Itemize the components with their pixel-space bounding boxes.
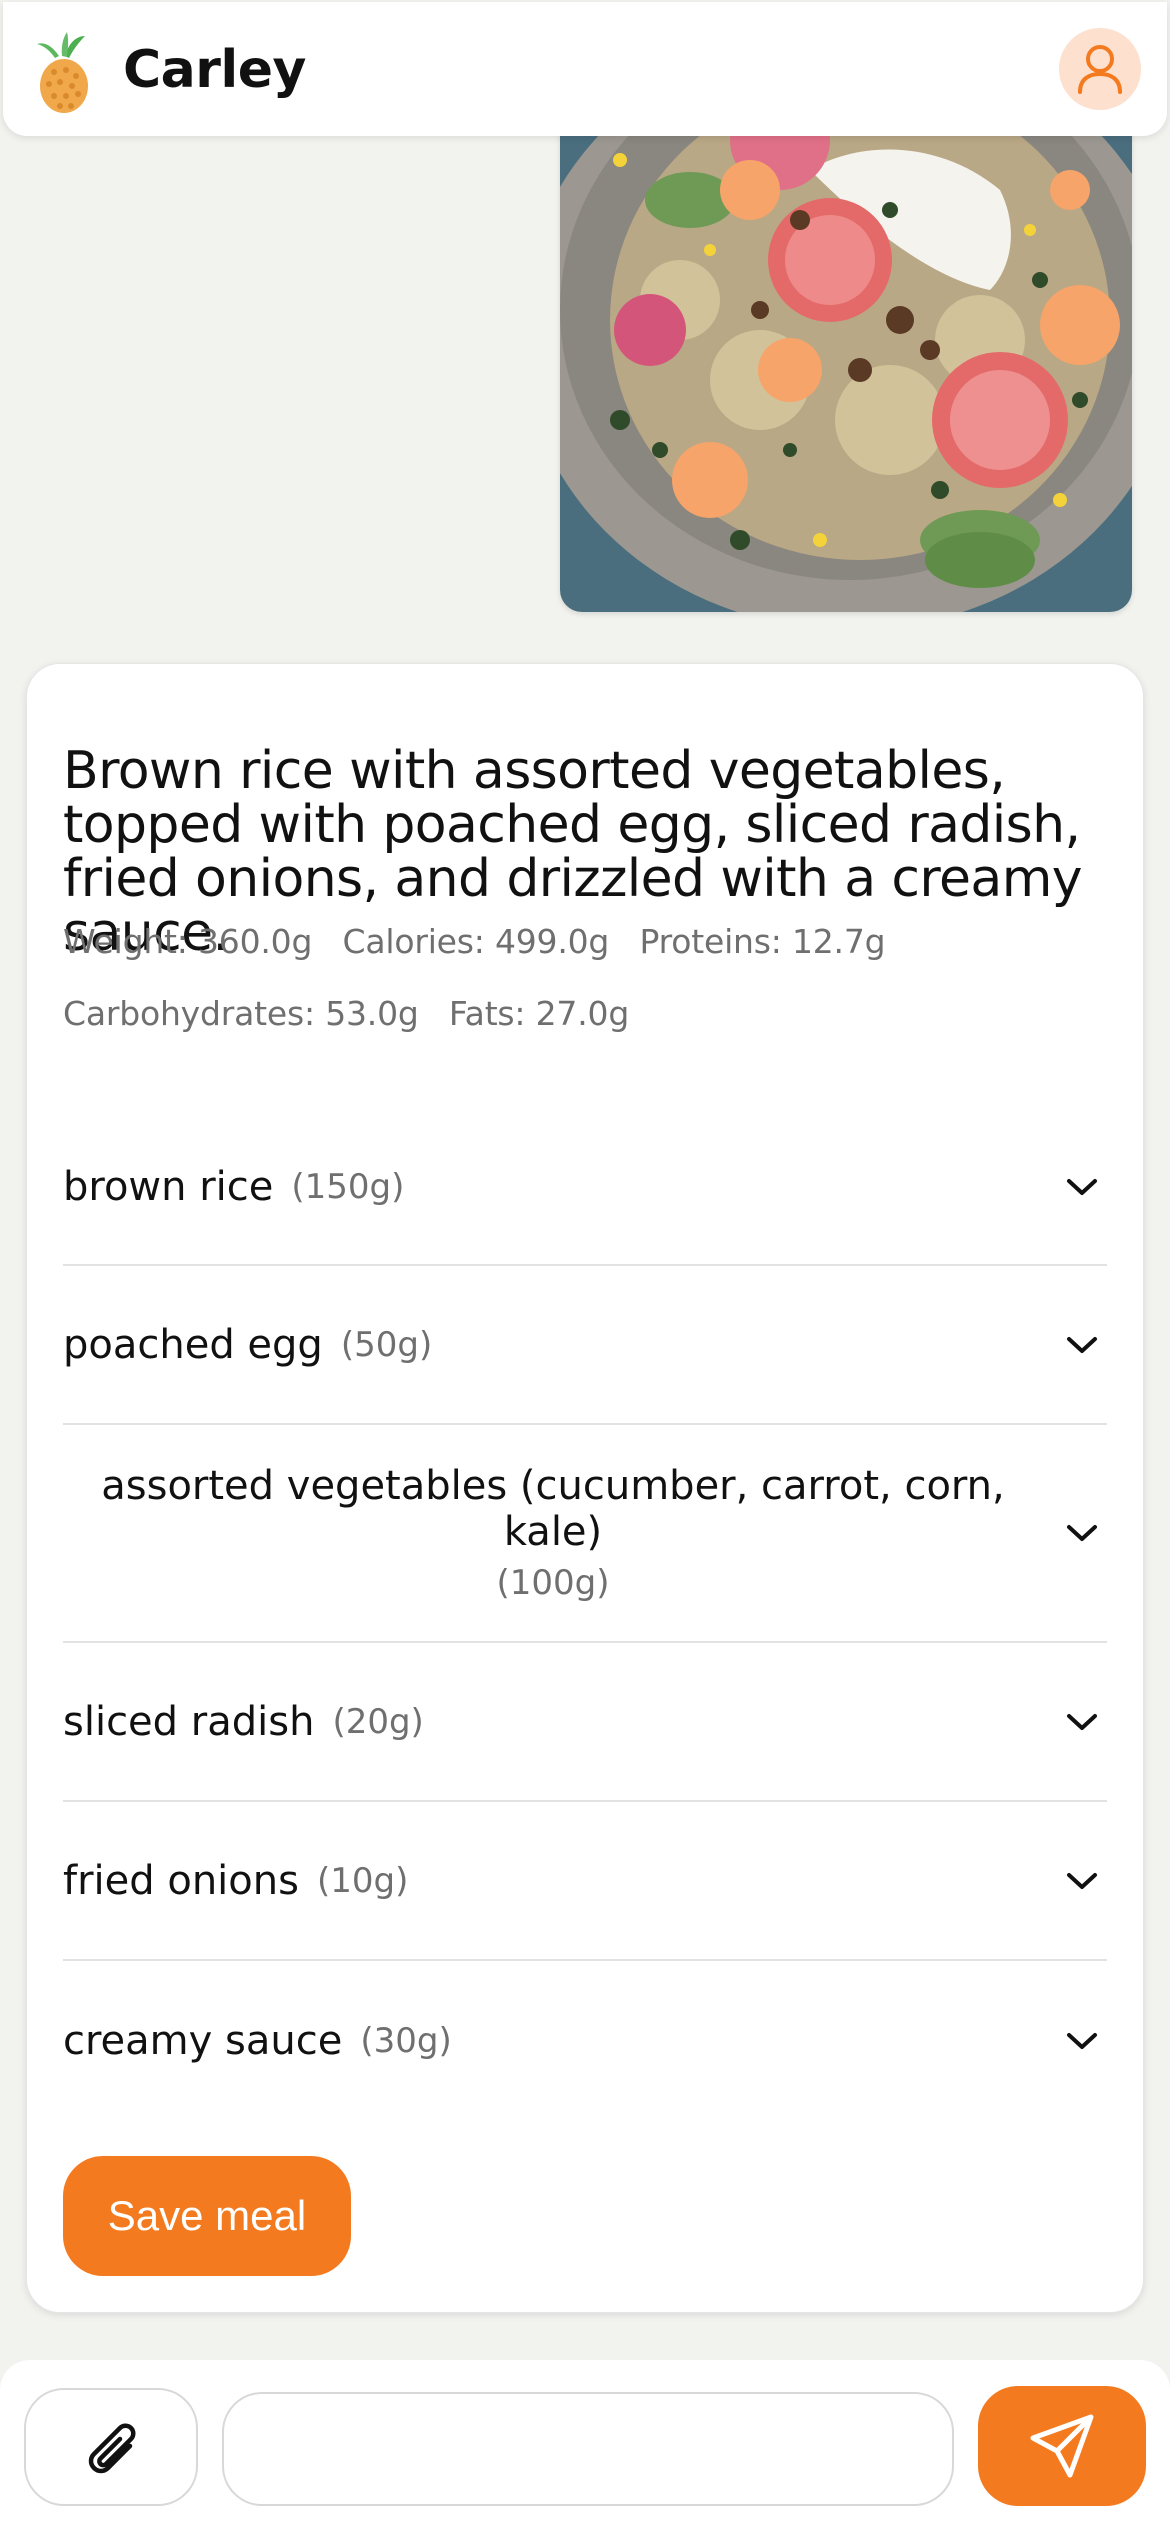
proteins-stat: Proteins: 12.7g <box>639 922 886 961</box>
meal-photo-image <box>560 120 1132 612</box>
ingredient-quantity: (50g) <box>340 1324 433 1365</box>
ingredient-quantity: (30g) <box>360 2020 452 2061</box>
paper-plane-icon <box>1030 2414 1094 2478</box>
ingredient-row[interactable]: poached egg (50g) <box>63 1266 1107 1425</box>
meal-photo[interactable] <box>560 120 1132 612</box>
meal-card: Brown rice with assorted vegetables, top… <box>26 663 1144 2313</box>
ingredient-name: creamy sauce <box>63 2017 343 2064</box>
ingredient-list: brown rice (150g) poached egg (50g) asso… <box>63 1109 1107 2120</box>
app-header: Carley <box>3 2 1167 136</box>
ingredient-quantity: (150g) <box>291 1166 405 1207</box>
ingredient-quantity: (20g) <box>332 1701 424 1742</box>
ingredient-name: assorted vegetables (cucumber, carrot, c… <box>101 1463 1005 1555</box>
app-title: Carley <box>123 40 306 100</box>
weight-stat: Weight: 360.0g <box>63 922 313 961</box>
ingredient-name: poached egg <box>63 1321 323 1368</box>
ingredient-row[interactable]: brown rice (150g) <box>63 1109 1107 1266</box>
calories-stat: Calories: 499.0g <box>342 922 610 961</box>
fats-stat: Fats: 27.0g <box>448 994 630 1033</box>
ingredient-row[interactable]: assorted vegetables (cucumber, carrot, c… <box>63 1425 1107 1643</box>
ingredient-name: sliced radish <box>63 1698 315 1745</box>
profile-button[interactable] <box>1059 28 1141 110</box>
app-root: Carley Brown rice with assorted vegetabl… <box>0 0 1170 2532</box>
nutrition-stats-row-1: Weight: 360.0g Calories: 499.0g Proteins… <box>63 922 1113 961</box>
ingredient-label-wrap: assorted vegetables (cucumber, carrot, c… <box>63 1463 1043 1603</box>
ingredient-quantity: (100g) <box>496 1563 610 1603</box>
carbohydrates-stat: Carbohydrates: 53.0g <box>63 994 419 1033</box>
attach-button[interactable] <box>24 2388 198 2506</box>
ingredient-row[interactable]: creamy sauce (30g) <box>63 1961 1107 2120</box>
chevron-down-icon[interactable] <box>1065 1870 1099 1892</box>
chevron-down-icon[interactable] <box>1065 2030 1099 2052</box>
chevron-down-icon[interactable] <box>1065 1522 1099 1544</box>
send-button[interactable] <box>978 2386 1146 2506</box>
chevron-down-icon[interactable] <box>1065 1711 1099 1733</box>
ingredient-row[interactable]: fried onions (10g) <box>63 1802 1107 1961</box>
ingredient-name: brown rice <box>63 1163 274 1210</box>
nutrition-stats-row-2: Carbohydrates: 53.0g Fats: 27.0g <box>63 994 1113 1033</box>
chevron-down-icon[interactable] <box>1065 1334 1099 1356</box>
ingredient-name: fried onions <box>63 1857 299 1904</box>
chevron-down-icon[interactable] <box>1065 1176 1099 1198</box>
paperclip-icon <box>88 2423 136 2474</box>
ingredient-row[interactable]: sliced radish (20g) <box>63 1643 1107 1802</box>
message-input[interactable] <box>222 2392 954 2506</box>
message-composer <box>0 2360 1170 2532</box>
save-meal-button[interactable]: Save meal <box>63 2156 351 2276</box>
pineapple-logo-icon <box>37 32 88 113</box>
ingredient-quantity: (10g) <box>316 1860 409 1901</box>
user-icon <box>1078 45 1122 94</box>
